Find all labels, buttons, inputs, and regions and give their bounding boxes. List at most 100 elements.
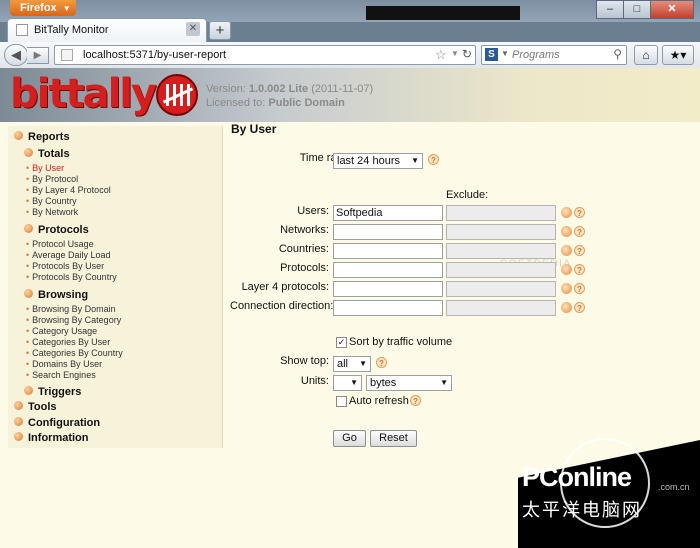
sidebar-group-triggers[interactable]: Triggers <box>24 386 81 398</box>
reload-icon[interactable]: ↻ <box>462 47 472 61</box>
protocols-label: Protocols: <box>280 262 329 274</box>
sidebar-link-browsing-by-category[interactable]: • Browsing By Category <box>26 315 121 325</box>
help-icon[interactable]: ? <box>410 395 421 406</box>
expand-icon <box>24 386 33 395</box>
units-label: Units: <box>300 375 329 387</box>
sidebar-link-average-daily-load[interactable]: • Average Daily Load <box>26 250 111 260</box>
bookmark-star-icon[interactable]: ☆ <box>435 47 447 63</box>
units-prefix-select[interactable]: ▼ <box>333 375 362 391</box>
chevron-down-icon: ▼ <box>350 378 358 387</box>
sidebar-link-categories-by-user[interactable]: • Categories By User <box>26 337 110 347</box>
sidebar-link-by-layer4-protocol[interactable]: • By Layer 4 Protocol <box>26 185 111 195</box>
tab-title: BitTally Monitor <box>34 24 109 36</box>
sidebar-group-totals[interactable]: Totals <box>24 148 70 160</box>
license-value: Public Domain <box>268 97 345 109</box>
options-icon[interactable] <box>561 264 572 275</box>
help-icon[interactable]: ? <box>574 226 585 237</box>
options-icon[interactable] <box>561 302 572 313</box>
app-header: bittally Version: 1.0.002 Lite (2011-11-… <box>0 68 700 122</box>
sidebar-group-label: Protocols <box>38 224 89 236</box>
license-label: Licensed to: <box>206 97 266 109</box>
connection-direction-input[interactable] <box>333 300 443 316</box>
pconline-domain: .com.cn <box>658 482 690 492</box>
sidebar-group-browsing[interactable]: Browsing <box>24 289 88 301</box>
countries-label: Countries: <box>278 243 329 255</box>
sidebar-section-label: Tools <box>28 401 57 413</box>
bookmarks-button[interactable]: ★▾ <box>662 45 694 65</box>
reset-button[interactable]: Reset <box>370 430 417 447</box>
sidebar-link-protocols-by-user[interactable]: • Protocols By User <box>26 261 104 271</box>
pconline-chinese: 太平洋电脑网 <box>522 500 642 520</box>
sidebar-link-by-country[interactable]: • By Country <box>26 196 77 206</box>
help-icon[interactable]: ? <box>574 245 585 256</box>
auto-refresh-label: Auto refresh <box>349 395 409 407</box>
sidebar-link-by-user[interactable]: • By User <box>26 163 64 173</box>
back-button[interactable]: ◀ <box>4 44 28 66</box>
options-icon[interactable] <box>561 283 572 294</box>
sidebar-section-information[interactable]: Information <box>14 432 89 444</box>
sort-by-traffic-checkbox[interactable]: ✓ <box>336 337 347 348</box>
home-button[interactable]: ⌂ <box>634 45 658 65</box>
search-engine-dropdown-icon[interactable]: ▼ <box>501 49 509 58</box>
sidebar-link-search-engines[interactable]: • Search Engines <box>26 370 96 380</box>
search-bar[interactable]: S ▼ Programs ⚲ <box>481 45 627 65</box>
sidebar-link-by-network[interactable]: • By Network <box>26 207 78 217</box>
layer4-protocols-exclude-input <box>446 281 556 297</box>
sidebar-section-label: Information <box>28 432 89 444</box>
chevron-down-icon: ▼ <box>440 378 448 387</box>
sidebar-link-domains-by-user[interactable]: • Domains By User <box>26 359 102 369</box>
sort-by-traffic-label: Sort by traffic volume <box>349 336 453 348</box>
countries-input[interactable] <box>333 243 443 259</box>
search-engine-icon[interactable]: S <box>485 48 498 61</box>
version-value: 1.0.002 Lite <box>248 83 309 95</box>
sidebar-section-configuration[interactable]: Configuration <box>14 417 100 429</box>
version-date: (2011-11-07) <box>311 83 374 95</box>
page-title: By User <box>231 122 277 136</box>
url-history-dropdown-icon[interactable]: ▼ <box>451 49 459 58</box>
help-icon[interactable]: ? <box>574 264 585 275</box>
help-icon[interactable]: ? <box>574 283 585 294</box>
help-icon[interactable]: ? <box>574 302 585 313</box>
help-icon[interactable]: ? <box>574 207 585 218</box>
expand-icon <box>14 432 23 441</box>
url-bar[interactable]: localhost:5371/by-user-report ☆ ▼ ↻ <box>54 45 476 65</box>
help-icon[interactable]: ? <box>376 357 387 368</box>
tab-bittally-monitor[interactable]: BitTally Monitor ✕ <box>7 18 207 42</box>
time-range-select[interactable]: last 24 hours ▼ <box>333 153 423 169</box>
sidebar-link-protocol-usage[interactable]: • Protocol Usage <box>26 239 94 249</box>
firefox-menu-button[interactable]: Firefox ▼ <box>10 0 76 16</box>
auto-refresh-checkbox[interactable] <box>336 396 347 407</box>
new-tab-button[interactable]: + <box>209 21 231 40</box>
options-icon[interactable] <box>561 245 572 256</box>
show-top-select[interactable]: all ▼ <box>333 356 371 372</box>
search-icon[interactable]: ⚲ <box>613 47 622 61</box>
help-icon[interactable]: ? <box>428 154 439 165</box>
expand-icon <box>14 131 23 140</box>
protocols-exclude-input <box>446 262 556 278</box>
protocols-input[interactable] <box>333 262 443 278</box>
sidebar-section-reports[interactable]: Reports <box>14 131 70 143</box>
networks-input[interactable] <box>333 224 443 240</box>
users-input[interactable]: Softpedia <box>333 205 443 221</box>
sidebar-link-protocols-by-country[interactable]: • Protocols By Country <box>26 272 117 282</box>
networks-exclude-input <box>446 224 556 240</box>
forward-button[interactable]: ▶ <box>27 47 49 64</box>
layer4-protocols-input[interactable] <box>333 281 443 297</box>
sidebar-link-browsing-by-domain[interactable]: • Browsing By Domain <box>26 304 116 314</box>
sidebar-section-tools[interactable]: Tools <box>14 401 57 413</box>
connection-direction-exclude-input <box>446 300 556 316</box>
sidebar-link-categories-by-country[interactable]: • Categories By Country <box>26 348 123 358</box>
sidebar-link-category-usage[interactable]: • Category Usage <box>26 326 97 336</box>
url-text: localhost:5371/by-user-report <box>83 49 227 61</box>
site-identity-icon[interactable] <box>61 49 73 61</box>
close-tab-icon[interactable]: ✕ <box>186 22 200 36</box>
layer4-protocols-label: Layer 4 protocols: <box>241 281 329 293</box>
units-select[interactable]: bytes ▼ <box>366 375 452 391</box>
go-button[interactable]: Go <box>333 430 366 447</box>
expand-icon <box>24 224 33 233</box>
options-icon[interactable] <box>561 207 572 218</box>
search-placeholder: Programs <box>512 49 560 61</box>
sidebar-link-by-protocol[interactable]: • By Protocol <box>26 174 78 184</box>
sidebar-group-protocols[interactable]: Protocols <box>24 224 89 236</box>
options-icon[interactable] <box>561 226 572 237</box>
